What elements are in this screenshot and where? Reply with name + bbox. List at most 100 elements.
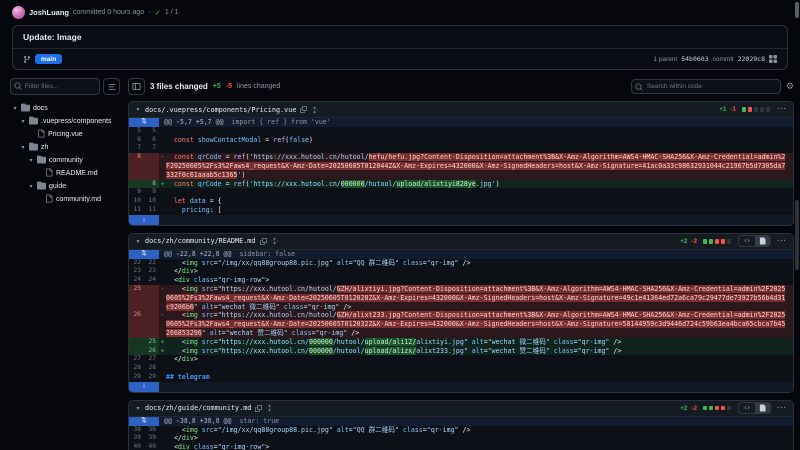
chevron-down-icon[interactable]: ▾ <box>135 238 141 245</box>
old-line-number[interactable]: 23 <box>129 267 144 276</box>
file-path[interactable]: docs/zh/guide/community.md <box>145 404 251 412</box>
new-line-number[interactable]: 39 <box>144 434 159 443</box>
new-line-number[interactable]: 25 <box>144 338 159 347</box>
old-line-number[interactable] <box>129 347 144 356</box>
tree-folder--vuepress-components[interactable]: ▾.vuepress/components <box>10 115 120 128</box>
file-options-kebab[interactable]: ··· <box>777 106 787 113</box>
diff-marker <box>159 136 166 145</box>
old-line-number[interactable]: 11 <box>129 206 144 215</box>
copy-path-icon[interactable] <box>300 106 307 113</box>
file-options-kebab[interactable]: ··· <box>777 405 787 412</box>
old-line-number[interactable]: 10 <box>129 197 144 206</box>
expand-hunk-button[interactable]: ⇅ <box>129 250 159 259</box>
tree-file-pricing-vue[interactable]: Pricing.vue <box>10 128 120 141</box>
copy-path-icon[interactable] <box>255 405 262 412</box>
old-line-number[interactable]: 24 <box>129 276 144 285</box>
code-segment: /> <box>339 303 351 311</box>
file-path[interactable]: docs/.vuepress/components/Pricing.vue <box>145 106 296 114</box>
new-line-number[interactable]: 5 <box>144 127 159 136</box>
old-line-number[interactable]: 27 <box>129 355 144 364</box>
old-line-number[interactable]: 6 <box>129 136 144 145</box>
new-line-number[interactable]: 8 <box>144 180 159 189</box>
code-segment: ref <box>273 136 285 144</box>
new-line-number[interactable]: 9 <box>144 188 159 197</box>
old-line-number[interactable]: 38 <box>129 426 144 435</box>
tree-folder-docs[interactable]: ▾docs <box>10 102 120 115</box>
tree-folder-community[interactable]: ▾community <box>10 154 120 167</box>
old-line-number[interactable]: 5 <box>129 127 144 136</box>
old-line-number[interactable]: 28 <box>129 364 144 373</box>
code-line: </div> <box>166 267 793 276</box>
file-options-kebab[interactable]: ··· <box>777 238 787 245</box>
old-line-number[interactable]: 9 <box>129 188 144 197</box>
new-line-number[interactable]: 7 <box>144 144 159 153</box>
expand-down-button[interactable]: ↓ <box>129 382 159 392</box>
new-line-number[interactable]: 6 <box>144 136 159 145</box>
old-line-number[interactable]: 39 <box>129 434 144 443</box>
expand-all-icon[interactable] <box>266 404 273 412</box>
diff-marker: + <box>159 347 166 356</box>
expand-all-icon[interactable] <box>311 106 318 114</box>
diff-settings-gear-icon[interactable]: ⚙ <box>786 82 794 91</box>
expand-all-icon[interactable] <box>271 237 278 245</box>
old-line-number[interactable]: 7 <box>129 144 144 153</box>
toggle-file-tree-button[interactable] <box>128 78 145 95</box>
old-line-number[interactable]: 8 <box>129 153 144 179</box>
new-line-number[interactable]: 26 <box>144 347 159 356</box>
commit-author[interactable]: JoshLuang <box>29 8 69 17</box>
new-line-number[interactable] <box>144 285 159 311</box>
rich-view-button[interactable] <box>755 403 770 413</box>
copy-path-icon[interactable] <box>260 238 267 245</box>
checks-count[interactable]: 1 / 1 <box>165 9 179 16</box>
new-line-number[interactable]: 11 <box>144 206 159 215</box>
new-line-number[interactable]: 27 <box>144 355 159 364</box>
source-view-button[interactable] <box>739 236 755 246</box>
page-scrollbar-thumb[interactable] <box>795 2 799 18</box>
code-segment: class <box>194 443 214 450</box>
new-line-number[interactable]: 40 <box>144 443 159 450</box>
branch-badge[interactable]: main <box>35 54 62 64</box>
filter-files-input[interactable] <box>10 78 100 95</box>
avatar[interactable] <box>12 6 25 19</box>
new-line-number[interactable]: 28 <box>144 364 159 373</box>
old-line-number[interactable]: 26 <box>129 311 144 337</box>
file-path[interactable]: docs/zh/community/README.md <box>145 237 256 245</box>
old-line-number[interactable]: 40 <box>129 443 144 450</box>
tree-folder-guide[interactable]: ▾guide <box>10 180 120 193</box>
new-line-number[interactable]: 29 <box>144 373 159 382</box>
search-within-code-input[interactable] <box>631 79 781 94</box>
expand-down-button[interactable]: ↓ <box>129 215 159 225</box>
new-line-number[interactable]: 22 <box>144 259 159 268</box>
diff-marker <box>159 355 166 364</box>
tree-options-button[interactable] <box>103 78 120 95</box>
tree-file-readme-md[interactable]: README.md <box>10 167 120 180</box>
new-line-number[interactable] <box>144 311 159 337</box>
old-line-number[interactable] <box>129 338 144 347</box>
parent-sha-link[interactable]: 54b0603 <box>681 55 708 63</box>
checks-passed-icon[interactable]: ✓ <box>155 8 161 17</box>
tree-file-community-md[interactable]: community.md <box>10 193 120 206</box>
expand-hunk-button[interactable]: ⇅ <box>129 118 159 127</box>
hunk-header-text: @@ -22,8 +22,8 @@ sidebar: false <box>159 250 793 259</box>
code-segment: /hutool/ <box>365 180 397 188</box>
old-line-number[interactable] <box>129 180 144 189</box>
old-line-number[interactable]: 29 <box>129 373 144 382</box>
new-line-number[interactable]: 10 <box>144 197 159 206</box>
chevron-down-icon[interactable]: ▾ <box>135 405 141 412</box>
chevron-down-icon[interactable]: ▾ <box>135 106 141 113</box>
new-line-number[interactable]: 38 <box>144 426 159 435</box>
tree-folder-zh[interactable]: ▾zh <box>10 141 120 154</box>
new-line-number[interactable] <box>144 153 159 179</box>
source-view-button[interactable] <box>739 403 755 413</box>
chevron-down-icon: ▾ <box>28 157 34 164</box>
content-scrollbar-thumb[interactable] <box>795 200 799 270</box>
expand-hunk-button[interactable]: ⇅ <box>129 417 159 426</box>
new-line-number[interactable]: 23 <box>144 267 159 276</box>
rich-view-button[interactable] <box>755 236 770 246</box>
hunk-range: @@ -22,8 +22,8 @@ <box>164 250 232 258</box>
old-line-number[interactable]: 22 <box>129 259 144 268</box>
new-line-number[interactable]: 24 <box>144 276 159 285</box>
code-line: let data = { <box>166 197 793 206</box>
browse-files-icon[interactable] <box>769 55 777 63</box>
old-line-number[interactable]: 25 <box>129 285 144 311</box>
